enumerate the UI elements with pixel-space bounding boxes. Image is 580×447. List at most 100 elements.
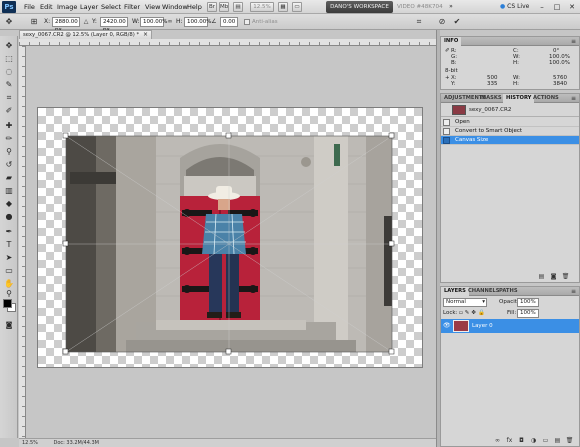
- minimize-button[interactable]: –: [536, 2, 548, 12]
- group-icon[interactable]: ▭: [541, 437, 550, 445]
- history-source-checkbox[interactable]: [443, 128, 450, 135]
- status-info[interactable]: Doc: 33.2M/44.3M: [53, 440, 99, 446]
- clone-stamp-icon[interactable]: ⚲: [3, 146, 15, 157]
- snapshot-label: sexy_0067.CR2: [469, 107, 512, 113]
- antialias-checkbox[interactable]: [244, 19, 250, 25]
- path-select-icon[interactable]: ➤: [3, 252, 15, 263]
- menu-file[interactable]: File: [24, 2, 35, 12]
- pen-icon[interactable]: ✒: [3, 226, 15, 237]
- zoom-icon[interactable]: ⚲: [3, 288, 15, 299]
- quick-select-icon[interactable]: ✎: [3, 79, 15, 90]
- snapshot-icon[interactable]: ◙: [549, 273, 558, 281]
- tab-actions[interactable]: ACTIONS: [530, 94, 562, 103]
- blur-icon[interactable]: ◆: [3, 198, 15, 209]
- info-y-label: Y:: [451, 81, 456, 87]
- trash-icon[interactable]: 🗑: [565, 437, 574, 445]
- arrange-documents-icon[interactable]: ▦: [278, 2, 288, 12]
- reference-point-icon[interactable]: ⊞: [28, 16, 40, 28]
- commit-transform-icon[interactable]: ✔: [451, 16, 463, 28]
- maximize-button[interactable]: □: [551, 2, 563, 12]
- history-snapshot[interactable]: sexy_0067.CR2: [441, 104, 579, 117]
- layer-mask-icon[interactable]: ◘: [517, 437, 526, 445]
- extras-icon[interactable]: ▤: [233, 2, 243, 12]
- bridge-icon[interactable]: Br: [207, 2, 217, 12]
- lock-icons[interactable]: ▫✎✥🔒: [459, 310, 487, 317]
- panel-menu-icon[interactable]: ≡: [571, 37, 576, 46]
- mini-bridge-icon[interactable]: Mb: [219, 2, 229, 12]
- menu-filter[interactable]: Filter: [124, 2, 140, 12]
- history-source-checkbox[interactable]: [443, 119, 450, 126]
- transform-grid[interactable]: [38, 108, 422, 367]
- history-item[interactable]: Convert to Smart Object: [441, 127, 579, 136]
- menu-view[interactable]: View: [145, 2, 160, 12]
- move-icon[interactable]: ✥: [3, 40, 15, 51]
- vertical-ruler[interactable]: [19, 46, 26, 438]
- horizontal-ruler[interactable]: [19, 39, 436, 46]
- y-field[interactable]: 2420.00 px: [100, 17, 128, 33]
- trash-icon[interactable]: 🗑: [561, 273, 570, 281]
- history-item[interactable]: Open: [441, 118, 579, 127]
- menu-edit[interactable]: Edit: [40, 2, 53, 12]
- eraser-icon[interactable]: ▰: [3, 172, 15, 183]
- link-icon[interactable]: ∞: [164, 16, 176, 28]
- tab-paths[interactable]: PATHS: [496, 287, 521, 296]
- opacity-field[interactable]: 100%: [517, 298, 539, 307]
- menu-layer[interactable]: Layer: [80, 2, 98, 12]
- canvas[interactable]: [37, 107, 423, 368]
- workspace-expand-icon[interactable]: »: [445, 2, 457, 12]
- menu-window[interactable]: Window: [162, 2, 188, 12]
- history-item-selected[interactable]: Canvas Size: [441, 136, 579, 145]
- adjustment-layer-icon[interactable]: ◑: [529, 437, 538, 445]
- dodge-icon[interactable]: ●: [3, 211, 15, 222]
- lasso-icon[interactable]: ◌: [3, 66, 15, 77]
- marquee-icon[interactable]: ⬚: [3, 53, 15, 64]
- history-brush-icon[interactable]: ↺: [3, 159, 15, 170]
- angle-field[interactable]: 0.00: [220, 17, 238, 27]
- workspace-video[interactable]: VIDEO #48K704: [397, 1, 443, 13]
- panel-menu-icon[interactable]: ≡: [571, 94, 576, 103]
- close-icon[interactable]: ×: [143, 31, 148, 39]
- healing-icon[interactable]: ✚: [3, 120, 15, 131]
- delta-icon[interactable]: △: [80, 16, 92, 28]
- info-panel: INFO ≡ ✐ R: G: B: 8-bit + X: 500 Y: 335 …: [440, 36, 580, 90]
- menu-image[interactable]: Image: [57, 2, 77, 12]
- screen-mode-icon[interactable]: ▭: [292, 2, 302, 12]
- zoom-level[interactable]: 12.5%: [250, 2, 274, 12]
- cancel-transform-icon[interactable]: ⊘: [436, 16, 448, 28]
- close-button[interactable]: ✕: [566, 2, 578, 12]
- foreground-color-swatch[interactable]: [3, 299, 12, 308]
- new-document-icon[interactable]: ▤: [537, 273, 546, 281]
- type-icon[interactable]: T: [3, 239, 15, 250]
- warp-mode-icon[interactable]: ⌗: [413, 16, 425, 28]
- shape-icon[interactable]: ▭: [3, 265, 15, 276]
- eyedropper-icon[interactable]: ✐: [3, 105, 15, 116]
- eye-icon[interactable]: 👁: [443, 322, 451, 329]
- w-field[interactable]: 100.00%: [140, 17, 167, 27]
- h-field[interactable]: 100.00%: [184, 17, 211, 27]
- layer-row[interactable]: 👁 Layer 0: [441, 319, 579, 333]
- crop-icon[interactable]: ⌗: [3, 92, 15, 103]
- chevron-down-icon: ▾: [482, 299, 485, 305]
- workspace-button[interactable]: DANO'S WORKSPACE: [326, 1, 393, 13]
- menu-help[interactable]: Help: [187, 2, 202, 12]
- cs-live-button[interactable]: ● CS Live: [500, 2, 529, 12]
- brush-icon[interactable]: ✏: [3, 133, 15, 144]
- status-zoom[interactable]: 12.5%: [22, 440, 38, 446]
- cs-live-icon: ●: [500, 3, 506, 10]
- x-field[interactable]: 2880.00 px: [52, 17, 80, 33]
- menu-select[interactable]: Select: [101, 2, 121, 12]
- gradient-icon[interactable]: ▥: [3, 185, 15, 196]
- new-layer-icon[interactable]: ▤: [553, 437, 562, 445]
- layer-style-icon[interactable]: fx: [505, 437, 514, 445]
- move-tool-icon[interactable]: ✥: [3, 16, 15, 28]
- blend-mode-select[interactable]: Normal ▾: [443, 298, 487, 307]
- panel-menu-icon[interactable]: ≡: [571, 287, 576, 296]
- tab-masks[interactable]: MASKS: [478, 94, 505, 103]
- fill-field[interactable]: 100%: [517, 309, 539, 318]
- document-tab[interactable]: sexy_0067.CR2 @ 12.5% (Layer 0, RGB/8) *…: [19, 30, 152, 39]
- link-layers-icon[interactable]: ∞: [493, 437, 502, 445]
- tab-info[interactable]: INFO: [441, 37, 462, 46]
- layer-name[interactable]: Layer 0: [472, 322, 493, 330]
- quick-mask-icon[interactable]: ◙: [3, 320, 15, 331]
- history-source-checkbox[interactable]: [443, 137, 450, 144]
